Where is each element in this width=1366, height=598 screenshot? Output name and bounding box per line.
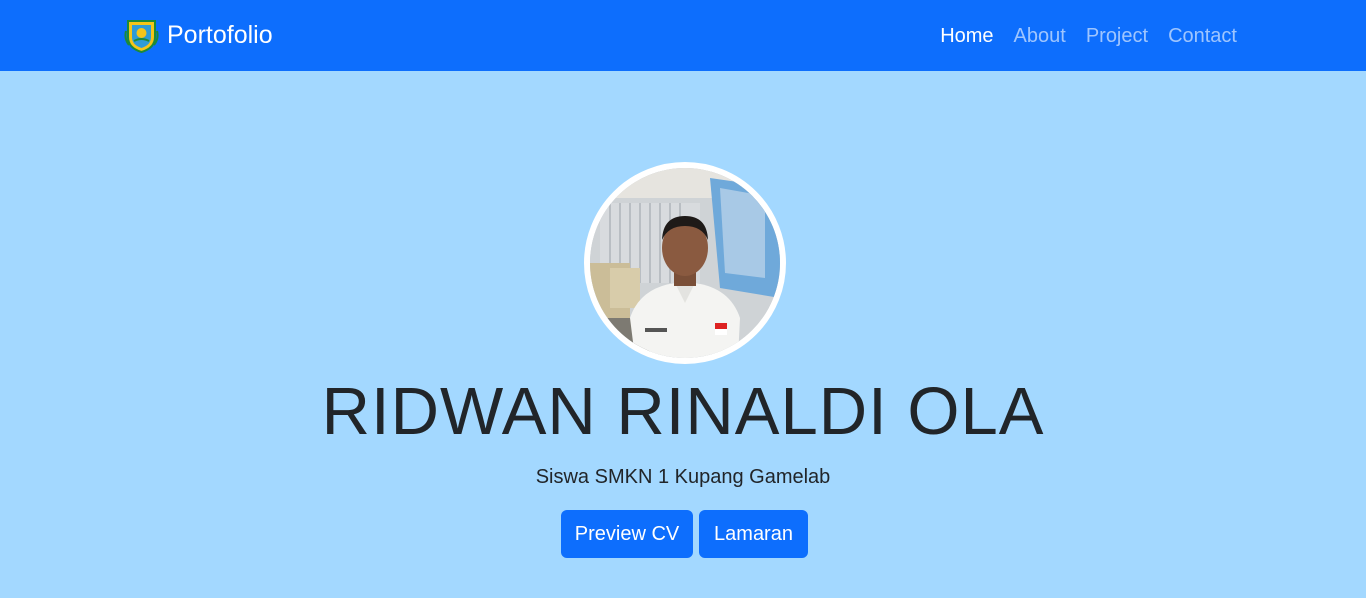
navbar: Portofolio Home About Project Contact bbox=[0, 0, 1366, 71]
hero-name: RIDWAN RINALDI OLA bbox=[321, 374, 1045, 449]
nav-link-home[interactable]: Home bbox=[940, 22, 993, 50]
lamaran-button[interactable]: Lamaran bbox=[699, 510, 808, 558]
hero-subtitle: Siswa SMKN 1 Kupang Gamelab bbox=[535, 466, 831, 488]
preview-cv-button[interactable]: Preview CV bbox=[561, 510, 693, 558]
nav-link-about[interactable]: About bbox=[1014, 22, 1066, 50]
nav-link-contact[interactable]: Contact bbox=[1168, 22, 1237, 50]
nav-menu: Home About Project Contact bbox=[940, 22, 1237, 50]
brand-link[interactable]: Portofolio bbox=[124, 16, 273, 54]
brand-text: Portofolio bbox=[167, 21, 273, 49]
nav-link-project[interactable]: Project bbox=[1086, 22, 1148, 50]
profile-photo bbox=[584, 162, 786, 364]
profile-photo-image bbox=[590, 168, 780, 358]
crest-logo-icon bbox=[124, 19, 159, 53]
